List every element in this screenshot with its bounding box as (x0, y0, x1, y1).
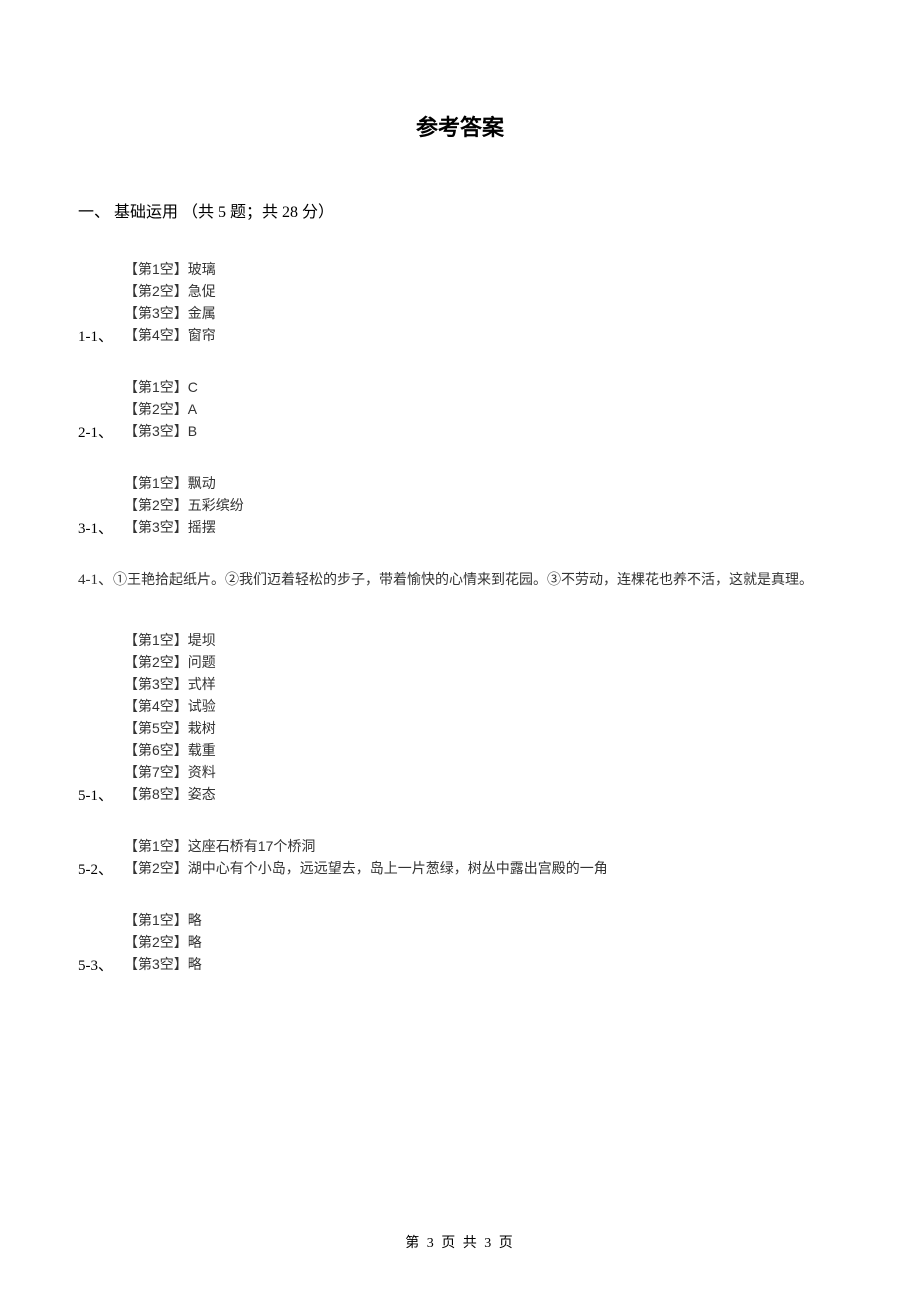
answer-line: 【第5空】栽树 (124, 717, 842, 739)
question-number: 4-1、 (78, 572, 113, 588)
answer-line: 【第2空】五彩缤纷 (124, 494, 842, 516)
answer-line: 【第1空】略 (124, 909, 842, 931)
section-heading: 一、 基础运用 （共 5 题；共 28 分） (78, 198, 842, 222)
answer-line: 【第3空】金属 (124, 302, 842, 324)
question-number: 3-1、 (78, 517, 113, 538)
question-2-1: 【第1空】C 【第2空】A 【第3空】B 2-1、 (78, 376, 842, 442)
answer-line: 【第2空】略 (124, 931, 842, 953)
answer-line: 【第3空】B (124, 420, 842, 442)
question-number: 5-1、 (78, 784, 113, 805)
answer-line: 【第3空】摇摆 (124, 516, 842, 538)
question-1-1: 【第1空】玻璃 【第2空】急促 【第3空】金属 【第4空】窗帘 1-1、 (78, 258, 842, 346)
page-footer: 第 3 页 共 3 页 (0, 1232, 920, 1252)
question-number: 5-2、 (78, 858, 113, 879)
answer-line: 【第1空】堤坝 (124, 629, 842, 651)
question-3-1: 【第1空】飘动 【第2空】五彩缤纷 【第3空】摇摆 3-1、 (78, 472, 842, 538)
answer-line: 【第4空】试验 (124, 695, 842, 717)
page-title: 参考答案 (78, 110, 842, 142)
question-5-3: 【第1空】略 【第2空】略 【第3空】略 5-3、 (78, 909, 842, 975)
answer-line: 【第1空】飘动 (124, 472, 842, 494)
answer-line: 【第2空】A (124, 398, 842, 420)
answer-line: 【第1空】C (124, 376, 842, 398)
answer-line: 【第1空】玻璃 (124, 258, 842, 280)
question-number: 1-1、 (78, 325, 113, 346)
answer-line: 【第8空】姿态 (124, 783, 842, 805)
answer-line: 【第6空】载重 (124, 739, 842, 761)
question-number: 5-3、 (78, 954, 113, 975)
question-number: 2-1、 (78, 421, 113, 442)
answer-text: ①王艳拾起纸片。②我们迈着轻松的步子，带着愉快的心情来到花园。③不劳动，连棵花也… (113, 571, 813, 587)
answer-line: 【第2空】急促 (124, 280, 842, 302)
answer-line: 【第7空】资料 (124, 761, 842, 783)
answer-line: 【第2空】问题 (124, 651, 842, 673)
answer-line: 【第1空】这座石桥有17个桥洞 (124, 835, 842, 857)
question-5-2: 【第1空】这座石桥有17个桥洞 【第2空】湖中心有个小岛，远远望去，岛上一片葱绿… (78, 835, 842, 879)
answer-line: 【第4空】窗帘 (124, 324, 842, 346)
answer-line: 【第3空】式样 (124, 673, 842, 695)
answer-line: 【第2空】湖中心有个小岛，远远望去，岛上一片葱绿，树丛中露出宫殿的一角 (124, 857, 842, 879)
question-5-1: 【第1空】堤坝 【第2空】问题 【第3空】式样 【第4空】试验 【第5空】栽树 … (78, 629, 842, 805)
question-4-1: 4-1、①王艳拾起纸片。②我们迈着轻松的步子，带着愉快的心情来到花园。③不劳动，… (78, 568, 842, 591)
answer-line: 【第3空】略 (124, 953, 842, 975)
